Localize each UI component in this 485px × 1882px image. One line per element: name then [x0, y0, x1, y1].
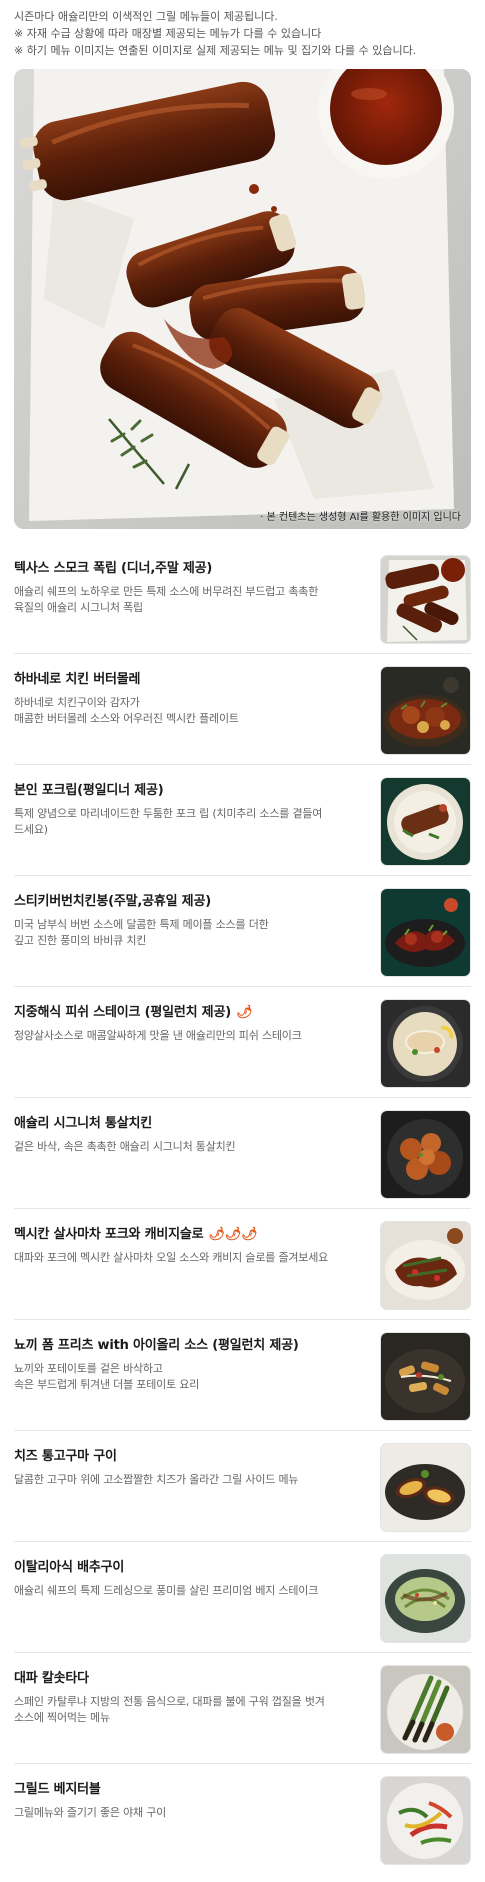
menu-item[interactable]: 이탈리아식 배추구이 애슐리 쉐프의 특제 드레싱으로 풍미를 살린 프리미엄 … [14, 1542, 471, 1653]
menu-item[interactable]: 그릴드 베지터블 그릴메뉴와 즐기기 좋은 야채 구이 [14, 1764, 471, 1875]
hero-image: · 본 컨텐츠는 생성형 AI를 활용한 이미지 입니다 [14, 69, 471, 529]
menu-item-desc: 미국 남부식 버번 소스에 달콤한 특제 메이플 소스를 더한 깊고 진한 풍미… [14, 918, 269, 947]
notice-line: ※ 하기 메뉴 이미지는 연출된 이미지로 실제 제공되는 메뉴 및 집기와 다… [14, 44, 417, 57]
menu-item-desc: 대파와 포크에 멕시칸 살사마차 오일 소스와 캐비지 슬로를 즐겨보세요 [14, 1251, 329, 1264]
pork-rib-thumbnail [380, 777, 471, 866]
menu-item-desc: 특제 양념으로 마리네이드한 두툼한 포크 립 (치미추리 소스를 곁들여 드세… [14, 807, 323, 836]
menu-item-desc: 겉은 바삭, 속은 촉촉한 애슐리 시그니처 통살치킨 [14, 1140, 236, 1153]
menu-item[interactable]: 치즈 통고구마 구이 달콤한 고구마 위에 고소짭짤한 치즈가 올라간 그릴 사… [14, 1431, 471, 1542]
menu-item-desc: 달콤한 고구마 위에 고소짭짤한 치즈가 올라간 그릴 사이드 메뉴 [14, 1473, 299, 1486]
grilled-vegetable-thumbnail [380, 1776, 471, 1865]
menu-item-title: 애슐리 시그니처 통살치킨 [14, 1116, 153, 1131]
cabbage-steak-thumbnail [380, 1554, 471, 1643]
menu-item-desc: 애슐리 쉐프의 특제 드레싱으로 풍미를 살린 프리미엄 베지 스테이크 [14, 1584, 319, 1597]
menu-item[interactable]: 대파 칼솟타다 스페인 카탈루냐 지방의 전통 음식으로, 대파를 불에 구워 … [14, 1653, 471, 1764]
notice-block: 시즌마다 애슐리만의 이색적인 그릴 메뉴들이 제공됩니다. ※ 자재 수급 상… [0, 0, 485, 59]
menu-item-title: 치즈 통고구마 구이 [14, 1449, 117, 1464]
calcotada-thumbnail [380, 1665, 471, 1754]
bourbon-chicken-thumbnail [380, 888, 471, 977]
ribs-thumbnail [380, 555, 471, 644]
menu-item[interactable]: 본인 포크립(평일디너 제공) 특제 양념으로 마리네이드한 두툼한 포크 립 … [14, 765, 471, 876]
notice-line: ※ 자재 수급 상황에 따라 매장별 제공되는 메뉴가 다를 수 있습니다 [14, 27, 322, 40]
menu-item-desc: 뇨끼와 포테이토를 겉은 바삭하고 속은 부드럽게 튀겨낸 더블 포테이토 요리 [14, 1362, 200, 1391]
menu-item[interactable]: 멕시칸 살사마차 포크와 캐비지슬로 🌶🌶🌶 대파와 포크에 멕시칸 살사마차 오… [14, 1209, 471, 1320]
gnocchi-fries-thumbnail [380, 1332, 471, 1421]
menu-item-title: 스티키버번치킨봉(주말,공휴일 제공) [14, 894, 211, 909]
salsa-pork-thumbnail [380, 1221, 471, 1310]
menu-item[interactable]: 뇨끼 폼 프리츠 with 아이올리 소스 (평일런치 제공) 뇨끼와 포테이토… [14, 1320, 471, 1431]
menu-item-title: 본인 포크립(평일디너 제공) [14, 783, 164, 798]
menu-item-title: 지중해식 피쉬 스테이크 (평일런치 제공) 🌶 [14, 1005, 253, 1020]
menu-item-desc: 하바네로 치킨구이와 감자가 매콤한 버터몰레 소스와 어우러진 멕시칸 플레이… [14, 696, 239, 725]
menu-item-title: 하바네로 치킨 버터몰레 [14, 672, 141, 687]
notice-line: 시즌마다 애슐리만의 이색적인 그릴 메뉴들이 제공됩니다. [14, 10, 278, 23]
hero-ai-caption: · 본 컨텐츠는 생성형 AI를 활용한 이미지 입니다 [260, 512, 461, 523]
fried-chicken-thumbnail [380, 1110, 471, 1199]
menu-item-desc: 애슐리 쉐프의 노하우로 만든 특제 소스에 버무려진 부드럽고 촉촉한 육질의… [14, 585, 319, 614]
menu-item-title: 뇨끼 폼 프리츠 with 아이올리 소스 (평일런치 제공) [14, 1338, 299, 1353]
menu-item-title: 멕시칸 살사마차 포크와 캐비지슬로 🌶🌶🌶 [14, 1227, 258, 1242]
chicken-butter-mole-thumbnail [380, 666, 471, 755]
ribs-hero-illustration [14, 69, 471, 529]
spicy-pepper-icon: 🌶🌶🌶 [208, 1227, 258, 1242]
sweet-potato-thumbnail [380, 1443, 471, 1532]
menu-item-title: 대파 칼솟타다 [14, 1671, 89, 1686]
fish-steak-thumbnail [380, 999, 471, 1088]
menu-item-title: 텍사스 스모크 폭립 (디너,주말 제공) [14, 561, 213, 576]
menu-item[interactable]: 하바네로 치킨 버터몰레 하바네로 치킨구이와 감자가 매콤한 버터몰레 소스와… [14, 654, 471, 765]
menu-item[interactable]: 스티키버번치킨봉(주말,공휴일 제공) 미국 남부식 버번 소스에 달콤한 특제… [14, 876, 471, 987]
menu-item-title: 그릴드 베지터블 [14, 1782, 101, 1797]
menu-item-desc: 그릴메뉴와 즐기기 좋은 야채 구이 [14, 1806, 167, 1819]
spicy-pepper-icon: 🌶 [235, 1005, 253, 1020]
menu-item[interactable]: 애슐리 시그니처 통살치킨 겉은 바삭, 속은 촉촉한 애슐리 시그니처 통살치… [14, 1098, 471, 1209]
menu-item[interactable]: 텍사스 스모크 폭립 (디너,주말 제공) 애슐리 쉐프의 노하우로 만든 특제… [14, 543, 471, 654]
menu-item-title: 이탈리아식 배추구이 [14, 1560, 125, 1575]
menu-list: 텍사스 스모크 폭립 (디너,주말 제공) 애슐리 쉐프의 노하우로 만든 특제… [0, 543, 485, 1875]
menu-item-desc: 청양살사소스로 매콤알싸하게 맛을 낸 애슐리만의 피쉬 스테이크 [14, 1029, 302, 1042]
menu-item-desc: 스페인 카탈루냐 지방의 전통 음식으로, 대파를 불에 구워 껍질을 벗겨 소… [14, 1695, 325, 1724]
grill-menu-page: 시즌마다 애슐리만의 이색적인 그릴 메뉴들이 제공됩니다. ※ 자재 수급 상… [0, 0, 485, 1875]
menu-item[interactable]: 지중해식 피쉬 스테이크 (평일런치 제공) 🌶 청양살사소스로 매콤알싸하게 맛… [14, 987, 471, 1098]
